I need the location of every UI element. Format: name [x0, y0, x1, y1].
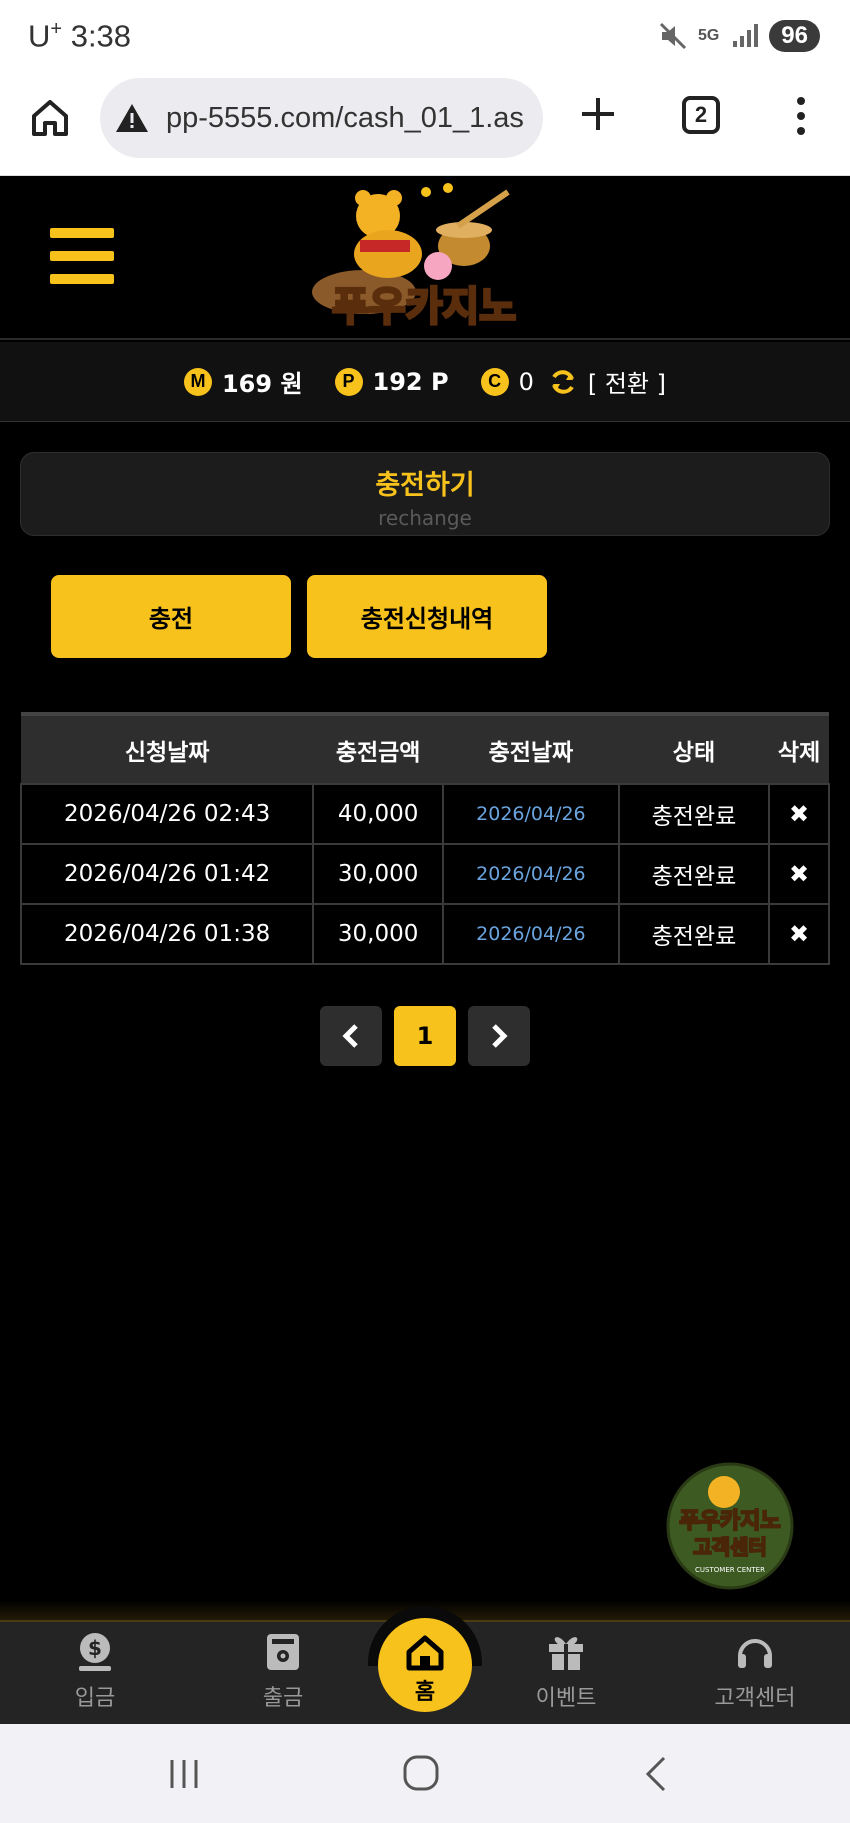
delete-cell: ✖: [768, 843, 830, 905]
cc-float-title: 푸우카지노: [679, 1509, 780, 1534]
carrier-name: U: [28, 18, 51, 54]
network-type: 5G: [697, 27, 720, 44]
header-request-date: 신청날짜: [21, 712, 314, 784]
cell-charge-date: 2026/04/26: [442, 843, 620, 905]
cell-request-date: 2026/04/26 01:42: [19, 843, 315, 905]
point-coin-icon: P: [334, 367, 363, 396]
logo-text: 푸우카지노: [332, 284, 516, 330]
warning-icon[interactable]: [114, 102, 150, 134]
cc-float-subtitle: 고객센터: [693, 1535, 767, 1559]
cc-float-caption: CUSTOMER CENTER: [695, 1566, 765, 1574]
nav-deposit[interactable]: $ 입금: [35, 1630, 155, 1712]
home-icon: [406, 1635, 444, 1671]
site-header: 푸우카지노: [0, 178, 850, 340]
nav-support-label: 고객센터: [714, 1686, 796, 1711]
casino-coin-icon: C: [480, 367, 509, 396]
money-coin-icon: M: [183, 367, 212, 396]
point-balance: 192 P: [372, 367, 449, 396]
overflow-menu-icon[interactable]: [786, 94, 816, 138]
cell-charge-date: 2026/04/26: [442, 783, 620, 845]
cell-status: 충전완료: [617, 903, 771, 965]
header-amount: 충전금액: [313, 712, 444, 784]
gift-icon: [549, 1637, 583, 1670]
hamburger-menu-button[interactable]: [50, 228, 114, 284]
charge-button[interactable]: 충전: [51, 575, 291, 658]
charge-history-button[interactable]: 충전신청내역: [307, 575, 547, 658]
pagination: 1: [320, 1006, 530, 1066]
chevron-left-icon: [342, 1024, 358, 1048]
nav-home[interactable]: 홈: [378, 1618, 472, 1712]
nav-home-label: 홈: [414, 1680, 436, 1705]
refresh-icon[interactable]: [548, 367, 578, 397]
status-time: U+ 3:38: [28, 18, 131, 54]
dollar-coin-icon: $: [79, 1633, 111, 1671]
nav-withdraw[interactable]: 출금: [223, 1630, 343, 1712]
prev-page-button[interactable]: [320, 1006, 382, 1066]
cell-status: 충전완료: [617, 843, 771, 905]
site-logo[interactable]: 푸우카지노: [308, 182, 540, 332]
address-bar[interactable]: pp-5555.com/cash_01_1.as: [100, 78, 543, 158]
delete-icon[interactable]: ✖: [789, 860, 809, 888]
page-number-button[interactable]: 1: [394, 1006, 456, 1066]
delete-cell: ✖: [768, 783, 830, 845]
status-bar: U+ 3:38 5G 96: [0, 0, 850, 74]
balance-bar: M 169 원 P 192 P C 0 [ 전환 ]: [0, 342, 850, 422]
headset-icon: [738, 1639, 772, 1668]
browser-toolbar: pp-5555.com/cash_01_1.as 2: [0, 74, 850, 176]
nav-event[interactable]: 이벤트: [506, 1630, 626, 1712]
page-title: 충전하기: [375, 470, 475, 501]
money-balance: 169 원: [221, 370, 303, 398]
nav-deposit-label: 입금: [74, 1686, 116, 1711]
table-header-row: 신청날짜 충전금액 충전날짜 상태 삭제: [21, 712, 829, 784]
header-charge-date: 충전날짜: [443, 712, 619, 784]
page-title-box: 충전하기 rechange: [20, 452, 830, 536]
status-icons: 5G 96: [658, 20, 820, 52]
carrier-sup: +: [50, 18, 63, 40]
chevron-right-icon: [492, 1024, 508, 1048]
header-delete: 삭제: [769, 712, 829, 784]
new-tab-icon[interactable]: [576, 92, 620, 136]
delete-cell: ✖: [768, 903, 830, 965]
mute-icon: [659, 22, 687, 50]
nav-withdraw-label: 출금: [262, 1686, 304, 1711]
table-row: 2026/04/26 01:42 30,000 2026/04/26 충전완료 …: [19, 843, 830, 905]
page-subtitle: rechange: [378, 506, 472, 530]
convert-link[interactable]: [ 전환 ]: [588, 364, 666, 399]
hamburger-line: [50, 228, 114, 238]
recent-apps-icon[interactable]: [162, 1754, 206, 1794]
header-status: 상태: [618, 712, 770, 784]
android-nav-bar: [0, 1724, 850, 1823]
browser-home-icon[interactable]: [28, 96, 72, 140]
cell-charge-date: 2026/04/26: [442, 903, 620, 965]
hamburger-line: [50, 251, 114, 261]
delete-icon[interactable]: ✖: [789, 800, 809, 828]
atm-icon: [267, 1634, 299, 1670]
android-home-icon[interactable]: [399, 1754, 443, 1794]
hamburger-line: [50, 274, 114, 284]
cell-status: 충전완료: [617, 783, 771, 845]
next-page-button[interactable]: [468, 1006, 530, 1066]
cell-amount: 30,000: [312, 903, 445, 965]
customer-center-float-button[interactable]: 푸우카지노 고객센터 CUSTOMER CENTER: [666, 1462, 794, 1590]
nav-support[interactable]: 고객센터: [695, 1630, 815, 1712]
tab-switcher-button[interactable]: 2: [682, 96, 720, 134]
url-text: pp-5555.com/cash_01_1.as: [166, 101, 524, 134]
cell-amount: 40,000: [312, 783, 445, 845]
battery-level: 96: [769, 20, 820, 52]
cell-amount: 30,000: [312, 843, 445, 905]
back-icon[interactable]: [636, 1754, 680, 1794]
charge-history-table: 신청날짜 충전금액 충전날짜 상태 삭제 2026/04/26 02:43 40…: [19, 712, 830, 965]
cell-request-date: 2026/04/26 02:43: [19, 783, 315, 845]
casino-balance: 0: [518, 367, 534, 396]
nav-event-label: 이벤트: [535, 1686, 597, 1711]
table-row: 2026/04/26 01:38 30,000 2026/04/26 충전완료 …: [19, 903, 830, 965]
clock-time: 3:38: [70, 18, 132, 54]
signal-icon: [733, 24, 759, 47]
table-row: 2026/04/26 02:43 40,000 2026/04/26 충전완료 …: [19, 783, 830, 845]
delete-icon[interactable]: ✖: [789, 920, 809, 948]
svg-text:$: $: [88, 1636, 102, 1660]
cell-request-date: 2026/04/26 01:38: [19, 903, 315, 965]
